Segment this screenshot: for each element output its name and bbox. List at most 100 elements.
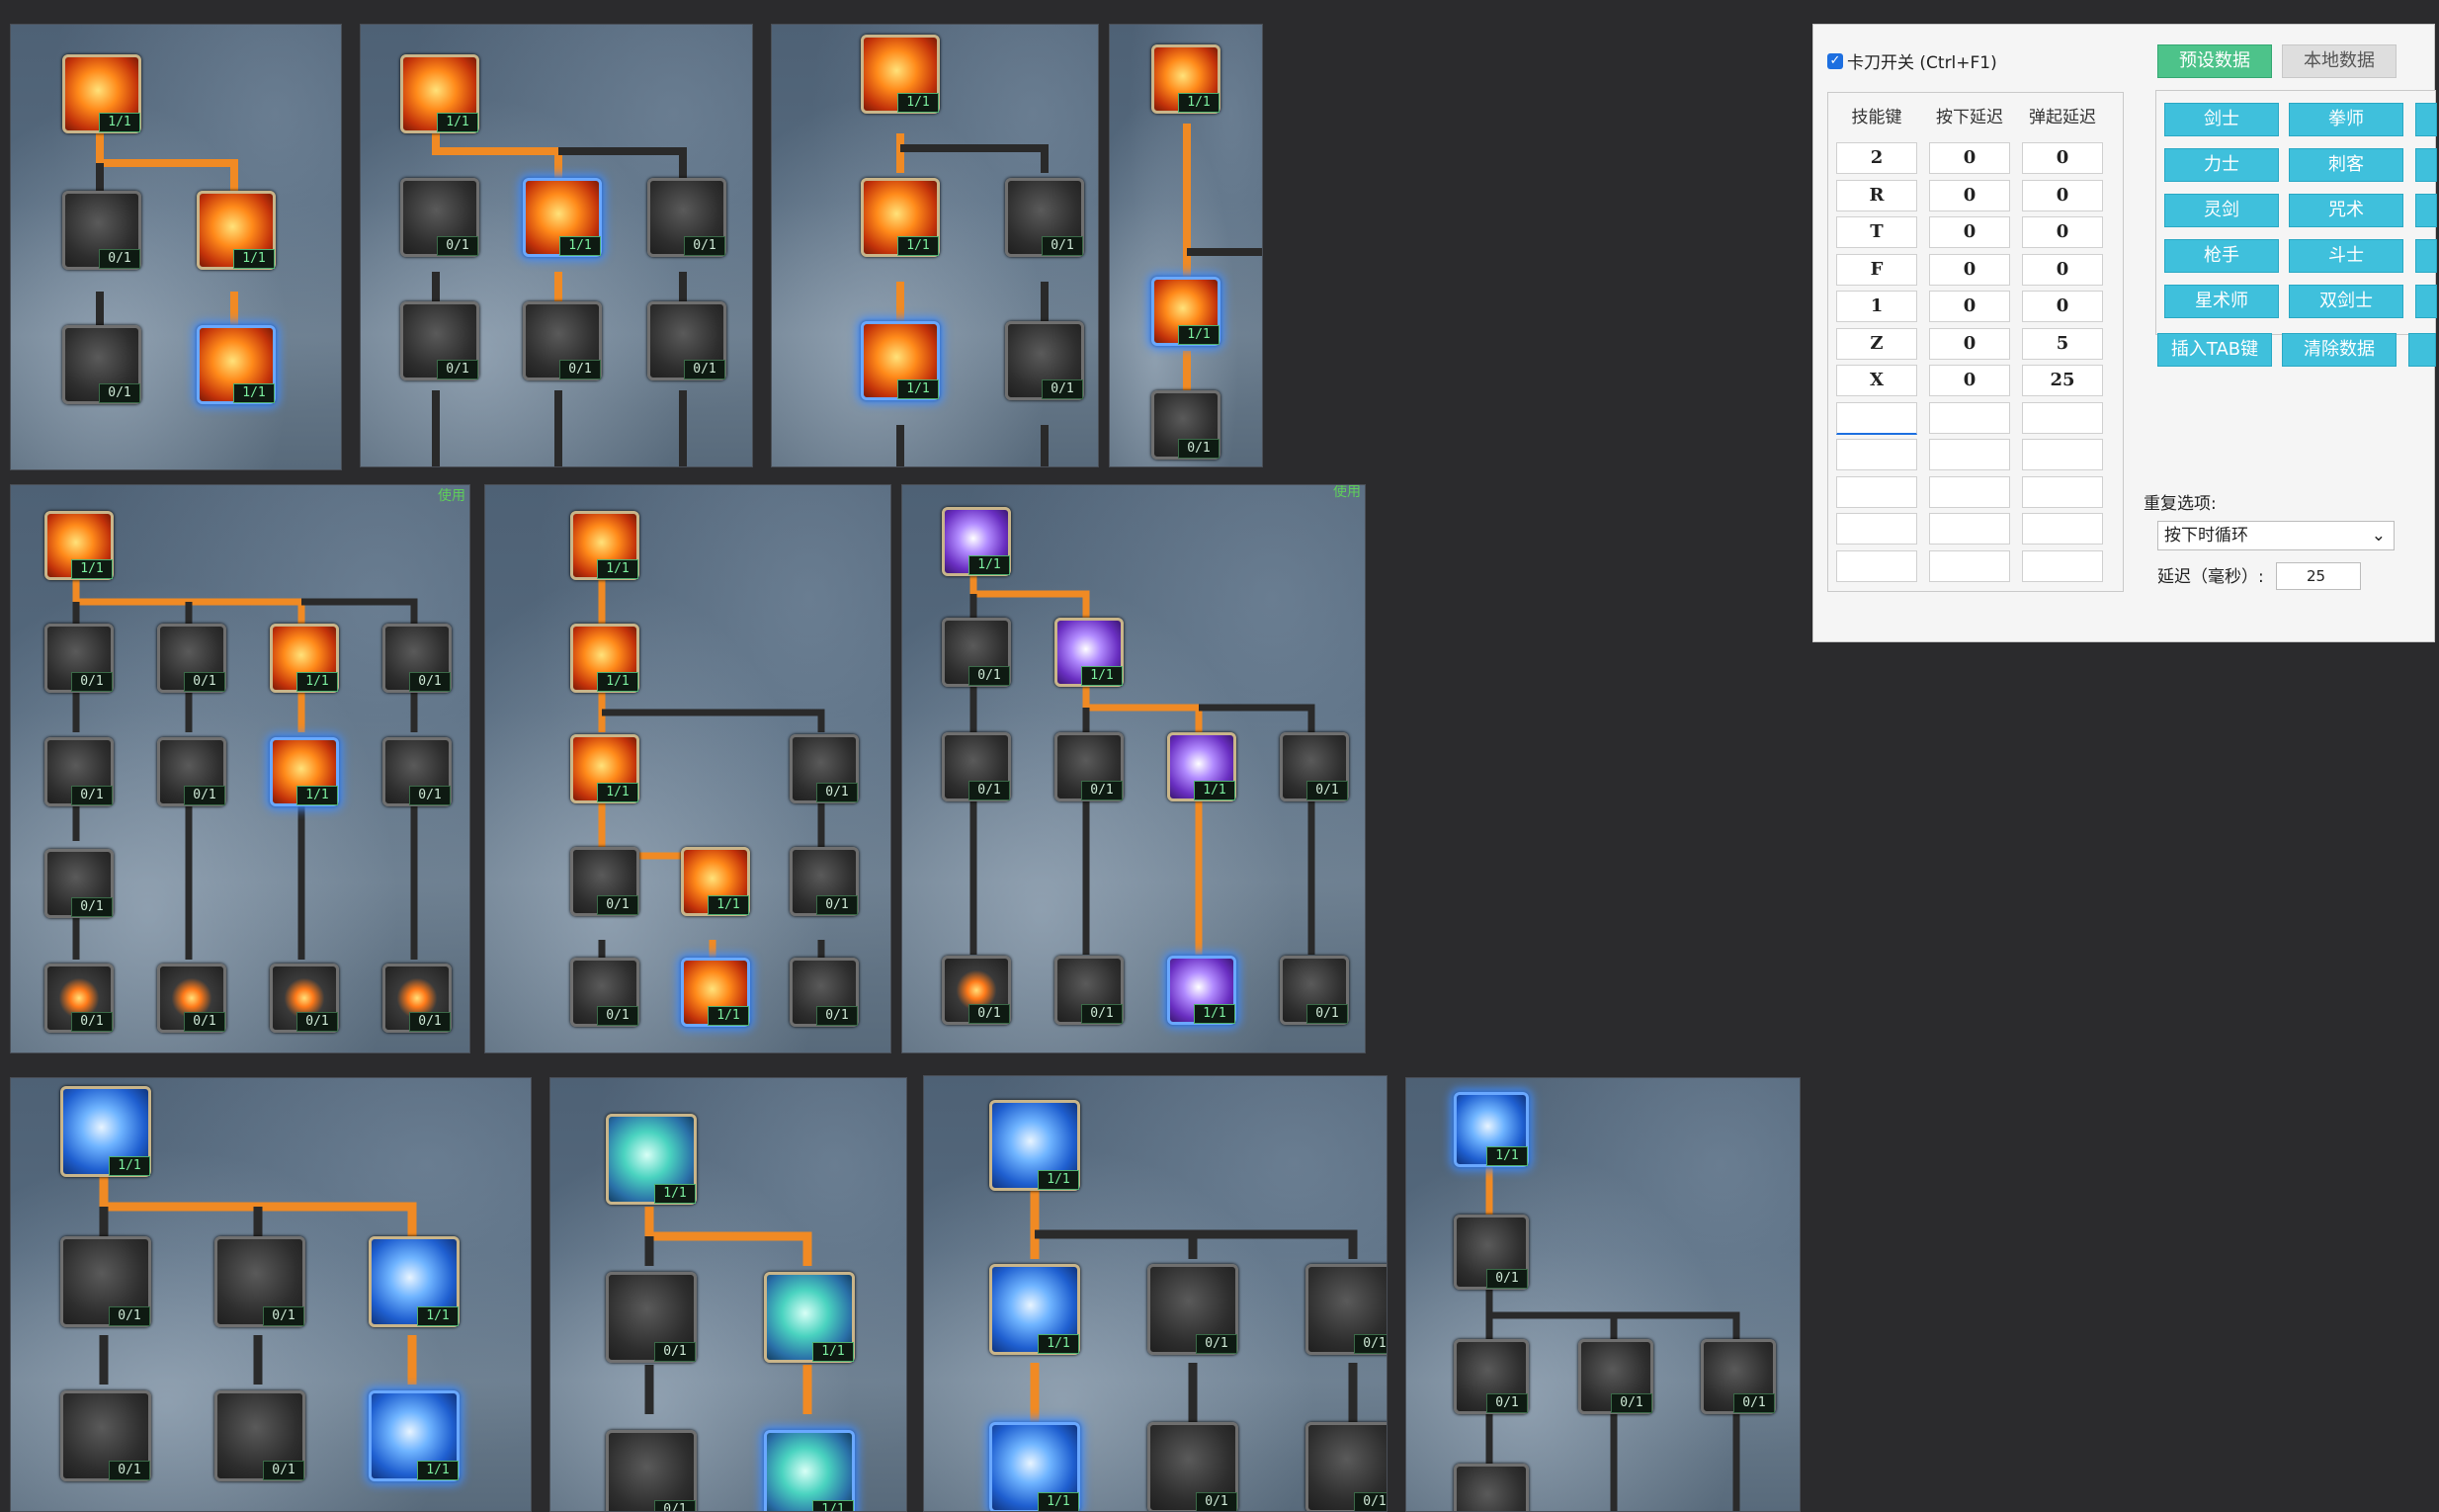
skill-node[interactable]: 0/1 bbox=[157, 624, 226, 693]
release-delay-field[interactable]: 0 bbox=[2022, 216, 2103, 248]
skill-node[interactable]: 0/1 bbox=[44, 849, 114, 918]
press-delay-field[interactable] bbox=[1929, 439, 2010, 470]
clear-data-button[interactable]: 清除数据 bbox=[2282, 333, 2397, 367]
release-delay-field[interactable]: 0 bbox=[2022, 291, 2103, 322]
skill-node[interactable]: 1/1 bbox=[1151, 44, 1220, 114]
repeat-option-select[interactable]: 按下时循环 ⌄ bbox=[2157, 521, 2395, 550]
skill-node[interactable]: 1/1 bbox=[369, 1236, 460, 1327]
press-delay-field[interactable]: 0 bbox=[1929, 142, 2010, 174]
skill-node[interactable]: 0/1 bbox=[382, 624, 452, 693]
skill-key-field[interactable] bbox=[1836, 475, 1917, 508]
skill-key-field[interactable] bbox=[1836, 513, 1917, 545]
skill-node[interactable]: 1/1 bbox=[197, 191, 276, 270]
release-delay-field[interactable]: 5 bbox=[2022, 327, 2103, 360]
ultimate-skill-node[interactable]: 0/1 bbox=[942, 956, 1011, 1025]
skill-node[interactable]: 0/1 bbox=[942, 732, 1011, 801]
class-button-clipped[interactable] bbox=[2415, 194, 2437, 227]
skill-node[interactable]: 0/1 bbox=[1280, 956, 1349, 1025]
skill-node[interactable]: 1/1 bbox=[570, 624, 639, 693]
skill-node[interactable]: 0/1 bbox=[1305, 1422, 1387, 1511]
class-button[interactable]: 咒术 bbox=[2289, 194, 2403, 227]
skill-key-field[interactable]: T bbox=[1836, 216, 1917, 248]
skill-node-selected[interactable]: 1/1 bbox=[1167, 956, 1236, 1025]
skill-node[interactable]: 1/1 bbox=[60, 1086, 151, 1177]
press-delay-field[interactable] bbox=[1929, 513, 2010, 545]
skill-node-selected[interactable]: 1/1 bbox=[861, 321, 940, 400]
release-delay-field[interactable]: 0 bbox=[2022, 253, 2103, 286]
skill-node[interactable]: 0/1 bbox=[1054, 956, 1124, 1025]
class-button[interactable]: 刺客 bbox=[2289, 148, 2403, 182]
delay-input[interactable]: 25 bbox=[2276, 562, 2361, 590]
release-delay-field[interactable] bbox=[2022, 549, 2103, 582]
release-delay-field[interactable] bbox=[2022, 439, 2103, 470]
skill-node[interactable]: 1/1 bbox=[989, 1264, 1080, 1355]
press-delay-field[interactable]: 0 bbox=[1929, 253, 2010, 286]
skill-node[interactable]: 0/1 bbox=[1578, 1339, 1653, 1414]
skill-node[interactable]: 0/1 bbox=[1147, 1264, 1238, 1355]
skill-node[interactable]: 0/1 bbox=[1701, 1339, 1776, 1414]
press-delay-field[interactable]: 0 bbox=[1929, 179, 2010, 211]
class-button[interactable]: 剑士 bbox=[2164, 103, 2279, 136]
skill-key-field[interactable]: F bbox=[1836, 253, 1917, 286]
ultimate-skill-node[interactable]: 0/1 bbox=[270, 964, 339, 1033]
skill-node[interactable]: 1/1 bbox=[1054, 618, 1124, 687]
skill-node[interactable]: 0/1 bbox=[62, 325, 141, 404]
press-delay-field[interactable]: 0 bbox=[1929, 365, 2010, 396]
skill-node[interactable]: 1/1 bbox=[270, 624, 339, 693]
skill-node[interactable]: 0/1 bbox=[790, 734, 859, 803]
press-delay-field[interactable] bbox=[1929, 475, 2010, 508]
skill-node[interactable]: 0/1 bbox=[1005, 321, 1084, 400]
class-button-clipped[interactable] bbox=[2415, 285, 2437, 318]
skill-node[interactable]: 0/1 bbox=[790, 847, 859, 916]
skill-node[interactable]: 0/1 bbox=[570, 847, 639, 916]
press-delay-field[interactable]: 0 bbox=[1929, 216, 2010, 248]
release-delay-field[interactable]: 0 bbox=[2022, 142, 2103, 174]
skill-node[interactable]: 1/1 bbox=[62, 54, 141, 133]
skill-node[interactable]: 1/1 bbox=[400, 54, 479, 133]
skill-node[interactable]: 1/1 bbox=[989, 1100, 1080, 1191]
press-delay-field[interactable] bbox=[1929, 401, 2010, 434]
local-data-tab[interactable]: 本地数据 bbox=[2282, 44, 2397, 78]
skill-node[interactable]: 0/1 bbox=[157, 737, 226, 806]
class-button[interactable]: 拳师 bbox=[2289, 103, 2403, 136]
press-delay-field[interactable] bbox=[1929, 549, 2010, 582]
skill-node[interactable]: 0/1 bbox=[1454, 1339, 1529, 1414]
skill-key-field[interactable] bbox=[1836, 401, 1917, 435]
skill-node-selected[interactable]: 1/1 bbox=[989, 1422, 1080, 1511]
ultimate-skill-node[interactable]: 0/1 bbox=[44, 964, 114, 1033]
skill-key-field[interactable]: 1 bbox=[1836, 291, 1917, 322]
class-button-clipped[interactable] bbox=[2415, 148, 2437, 182]
skill-node[interactable]: 0/1 bbox=[44, 737, 114, 806]
skill-key-field[interactable] bbox=[1836, 549, 1917, 582]
extra-action-button[interactable] bbox=[2408, 333, 2436, 367]
class-button[interactable]: 斗士 bbox=[2289, 239, 2403, 273]
skill-node[interactable]: 0/1 bbox=[606, 1430, 697, 1511]
class-button[interactable]: 双剑士 bbox=[2289, 285, 2403, 318]
class-button[interactable]: 星术师 bbox=[2164, 285, 2279, 318]
skill-node[interactable]: 0/1 bbox=[1280, 732, 1349, 801]
skill-node[interactable]: 1/1 bbox=[606, 1114, 697, 1205]
skill-key-field[interactable]: Z bbox=[1836, 327, 1917, 360]
release-delay-field[interactable] bbox=[2022, 401, 2103, 434]
skill-node-selected[interactable]: 1/1 bbox=[197, 325, 276, 404]
skill-node[interactable]: 0/1 bbox=[647, 301, 726, 380]
skill-node[interactable]: 1/1 bbox=[764, 1272, 855, 1363]
skill-node[interactable]: 0/1 bbox=[1054, 732, 1124, 801]
ultimate-skill-node[interactable]: 0/1 bbox=[382, 964, 452, 1033]
skill-node[interactable]: 0/1 bbox=[44, 624, 114, 693]
skill-node[interactable]: 0/1 bbox=[60, 1390, 151, 1481]
skill-node-selected[interactable]: 1/1 bbox=[681, 958, 750, 1027]
press-delay-field[interactable]: 0 bbox=[1929, 327, 2010, 360]
skill-key-field[interactable] bbox=[1836, 439, 1917, 470]
skill-node[interactable]: 1/1 bbox=[570, 511, 639, 580]
skill-node-selected[interactable]: 1/1 bbox=[1151, 277, 1220, 346]
skill-key-field[interactable]: R bbox=[1836, 179, 1917, 211]
preset-data-tab[interactable]: 预设数据 bbox=[2157, 44, 2272, 78]
release-delay-field[interactable]: 0 bbox=[2022, 179, 2103, 211]
skill-node[interactable]: 0/1 bbox=[214, 1236, 305, 1327]
skill-node[interactable]: 0/1 bbox=[523, 301, 602, 380]
skill-node-selected[interactable]: 1/1 bbox=[270, 737, 339, 806]
skill-node[interactable]: 1/1 bbox=[570, 734, 639, 803]
skill-node[interactable]: 0/1 bbox=[647, 178, 726, 257]
release-delay-field[interactable] bbox=[2022, 475, 2103, 508]
